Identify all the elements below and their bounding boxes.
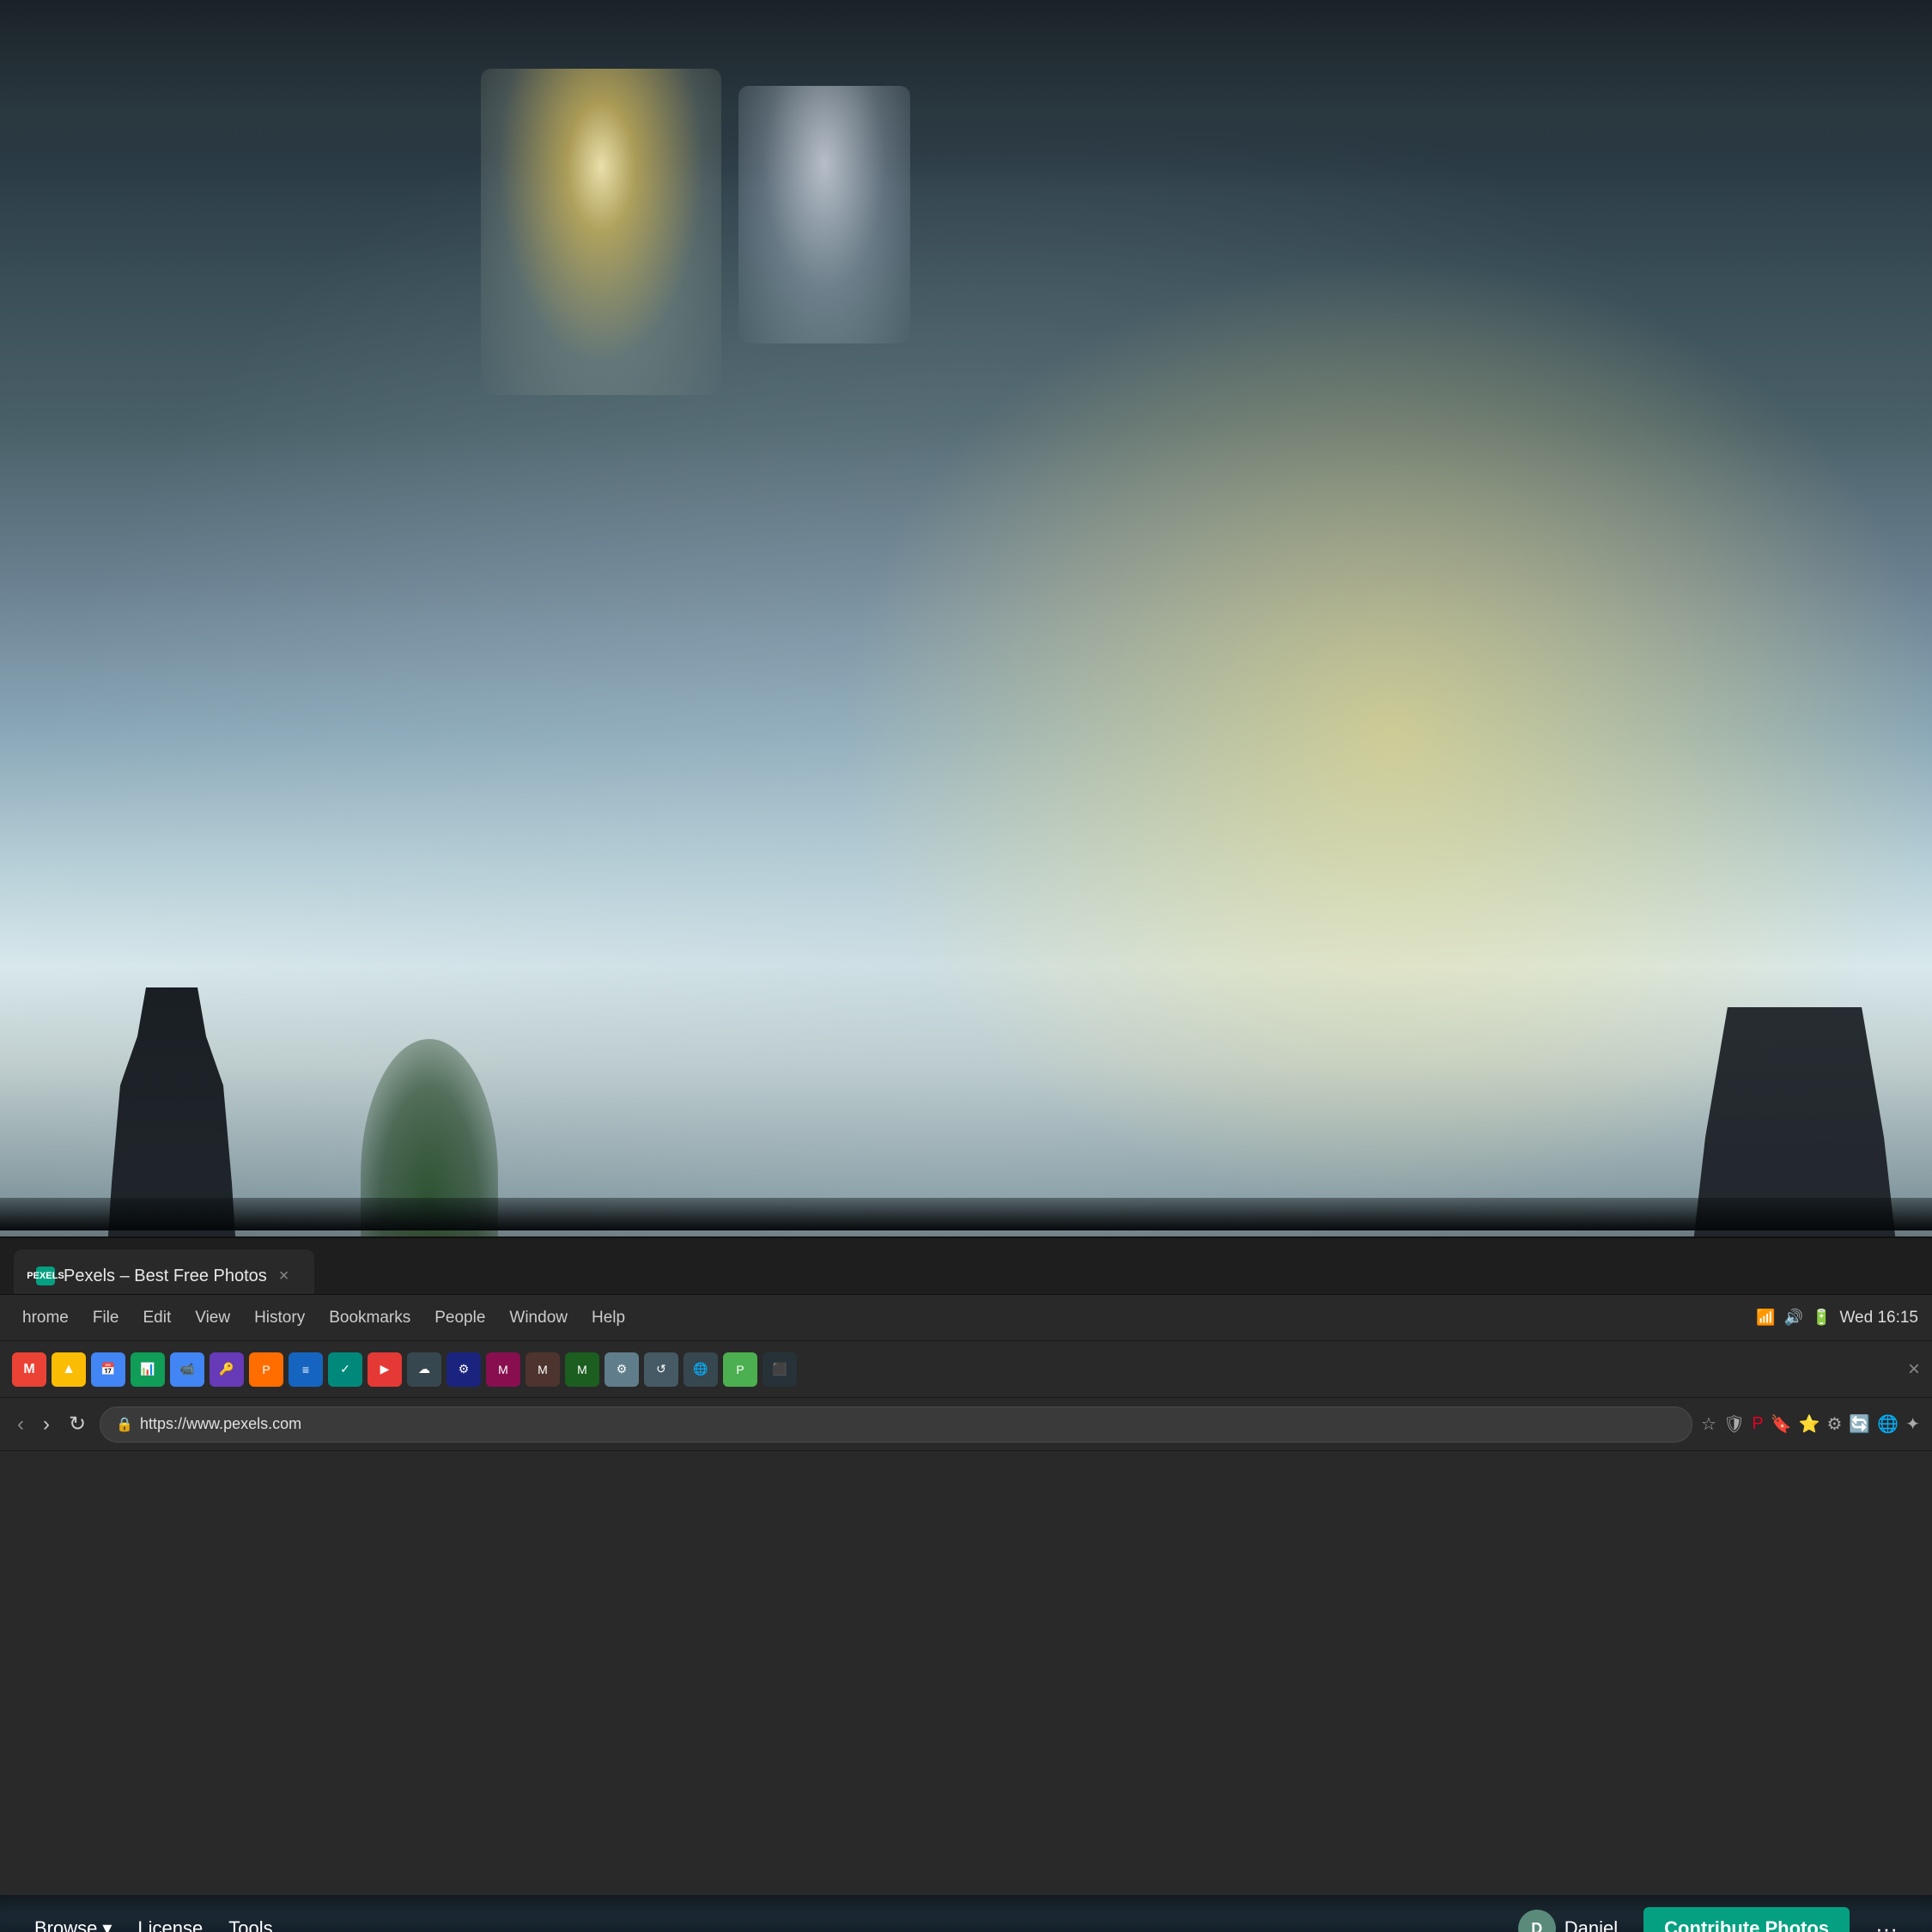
ext-icon10[interactable]: ⬛ xyxy=(762,1352,797,1387)
tab-title: Pexels – Best Free Photos xyxy=(64,1267,267,1286)
secure-icon: 🔒 xyxy=(116,1416,133,1433)
bookmark-icons: ☆ 🛡 P 🔖 ⭐ ⚙ 🔄 🌐 ✦ xyxy=(1701,1413,1920,1435)
ext-youtube-icon[interactable]: ▶ xyxy=(368,1352,402,1387)
menu-people[interactable]: People xyxy=(426,1303,494,1333)
wifi-icon: 📶 xyxy=(1756,1309,1775,1327)
tab-bar: PEXELS Pexels – Best Free Photos × xyxy=(0,1238,1932,1295)
menu-edit[interactable]: Edit xyxy=(134,1303,179,1333)
ext-meet-icon[interactable]: 📹 xyxy=(170,1352,204,1387)
ext-dark-icon2[interactable]: ⚙ xyxy=(447,1352,481,1387)
volume-icon: 🔊 xyxy=(1784,1309,1803,1327)
address-url: https://www.pexels.com xyxy=(140,1415,1676,1433)
system-clock: Wed 16:15 xyxy=(1839,1309,1918,1327)
ext-calendar-icon[interactable]: 📅 xyxy=(91,1352,125,1387)
ext-dark-icon5[interactable]: M xyxy=(565,1352,599,1387)
shield-icon[interactable]: 🛡 xyxy=(1723,1413,1745,1435)
contribute-photos-button[interactable]: Contribute Photos xyxy=(1643,1907,1850,1932)
nav-license[interactable]: License xyxy=(137,1917,203,1932)
tab-close-button[interactable]: × xyxy=(276,1263,293,1290)
window-glow-left xyxy=(481,69,721,395)
tab-close-icon[interactable]: × xyxy=(1908,1358,1920,1382)
ext-bm6[interactable]: ✦ xyxy=(1905,1413,1920,1435)
ext-dark-icon1[interactable]: ☁ xyxy=(407,1352,441,1387)
menu-history[interactable]: History xyxy=(246,1303,313,1333)
user-avatar: D xyxy=(1518,1910,1556,1932)
nav-tools[interactable]: Tools xyxy=(228,1917,272,1932)
forward-button[interactable]: › xyxy=(38,1409,55,1440)
window-glow-right xyxy=(738,86,910,343)
ext-icon8[interactable]: 🌐 xyxy=(683,1352,718,1387)
ceiling-overlay xyxy=(0,0,1932,189)
more-options-icon[interactable]: ··· xyxy=(1875,1916,1898,1932)
menu-chrome[interactable]: hrome xyxy=(14,1303,77,1333)
pexels-website: Browse ▾ License Tools D Daniel Contribu… xyxy=(0,1895,1932,1932)
address-input[interactable]: 🔒 https://www.pexels.com xyxy=(100,1406,1692,1443)
menu-file[interactable]: File xyxy=(84,1303,128,1333)
ext-gmail-icon[interactable]: M xyxy=(12,1352,46,1387)
ext-bm2[interactable]: ⭐ xyxy=(1799,1413,1820,1435)
battery-icon: 🔋 xyxy=(1812,1309,1831,1327)
ext-gdrive-icon[interactable]: ▲ xyxy=(52,1352,86,1387)
ext-bm4[interactable]: 🔄 xyxy=(1849,1413,1870,1435)
ext-dark-icon4[interactable]: M xyxy=(526,1352,560,1387)
browser-chrome: PEXELS Pexels – Best Free Photos × hrome… xyxy=(0,1236,1932,1932)
menu-window[interactable]: Window xyxy=(501,1303,576,1333)
tab-favicon: PEXELS xyxy=(36,1267,55,1285)
back-button[interactable]: ‹ xyxy=(12,1409,29,1440)
ext-sheets-icon[interactable]: 📊 xyxy=(131,1352,165,1387)
ext-icon9[interactable]: P xyxy=(723,1352,757,1387)
user-name: Daniel xyxy=(1564,1917,1618,1932)
chevron-down-icon: ▾ xyxy=(102,1917,112,1932)
extension-bar: M ▲ 📅 📊 📹 🔑 P ≡ ✓ ▶ ☁ xyxy=(0,1341,1932,1398)
ext-todoist-icon[interactable]: ✓ xyxy=(328,1352,362,1387)
nav-browse[interactable]: Browse ▾ xyxy=(34,1917,112,1932)
ext-bm1[interactable]: 🔖 xyxy=(1771,1413,1792,1435)
monitor-bezel xyxy=(0,1198,1932,1230)
ext-trello-icon[interactable]: ≡ xyxy=(289,1352,323,1387)
pexels-navbar: Browse ▾ License Tools D Daniel Contribu… xyxy=(0,1895,1932,1932)
ext-keepass-icon[interactable]: 🔑 xyxy=(210,1352,244,1387)
star-icon[interactable]: ☆ xyxy=(1701,1413,1716,1435)
system-icons: 📶 🔊 🔋 Wed 16:15 xyxy=(1756,1309,1918,1327)
ext-dark-icon3[interactable]: M xyxy=(486,1352,520,1387)
menu-help[interactable]: Help xyxy=(583,1303,634,1333)
ext-bm5[interactable]: 🌐 xyxy=(1877,1413,1899,1435)
ext-icon6[interactable]: ⚙ xyxy=(605,1352,639,1387)
ext-bm3[interactable]: ⚙ xyxy=(1826,1413,1842,1435)
menu-view[interactable]: View xyxy=(186,1303,239,1333)
ext-icon7[interactable]: ↺ xyxy=(644,1352,678,1387)
user-menu[interactable]: D Daniel xyxy=(1518,1910,1618,1932)
ext-pocket-icon[interactable]: P xyxy=(249,1352,283,1387)
address-bar: ‹ › ↻ 🔒 https://www.pexels.com ☆ 🛡 P 🔖 ⭐… xyxy=(0,1398,1932,1451)
menu-bookmarks[interactable]: Bookmarks xyxy=(320,1303,419,1333)
reload-button[interactable]: ↻ xyxy=(64,1408,91,1440)
active-tab[interactable]: PEXELS Pexels – Best Free Photos × xyxy=(14,1249,314,1294)
menu-bar: hrome File Edit View History Bookmarks P… xyxy=(0,1295,1932,1341)
pinterest-icon[interactable]: P xyxy=(1752,1414,1763,1434)
